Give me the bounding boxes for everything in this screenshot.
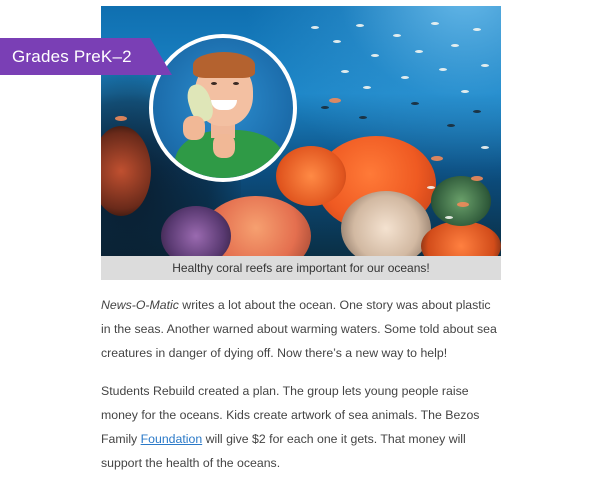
publication-name: News-O-Matic <box>101 298 179 312</box>
fish <box>401 76 409 79</box>
fish <box>473 28 481 31</box>
hand <box>213 134 235 158</box>
grade-level-badge: Grades PreK–2 <box>0 38 172 75</box>
article-paragraph: Students Rebuild created a plan. The gro… <box>101 379 501 475</box>
fish <box>341 70 349 73</box>
eye <box>211 82 217 85</box>
green-coral <box>431 176 491 226</box>
fish <box>329 98 341 103</box>
fish <box>431 22 439 25</box>
fish <box>439 68 447 71</box>
fish <box>371 54 379 57</box>
hair <box>193 52 255 78</box>
fish <box>451 44 459 47</box>
portrait-photo <box>149 34 297 182</box>
fish <box>457 202 469 207</box>
orange-coral <box>276 146 346 206</box>
fish <box>471 176 483 181</box>
fish <box>115 116 127 121</box>
fish <box>445 216 453 219</box>
fish <box>431 156 443 161</box>
article-paragraph: News-O-Matic writes a lot about the ocea… <box>101 293 501 365</box>
fish <box>427 186 435 189</box>
fish <box>411 102 419 105</box>
fish <box>481 64 489 67</box>
fish <box>447 124 455 127</box>
eye <box>233 82 239 85</box>
fish <box>356 24 364 27</box>
fish <box>473 110 481 113</box>
orange-coral <box>421 221 501 256</box>
article-body: News-O-Matic writes a lot about the ocea… <box>101 293 501 489</box>
fish <box>481 146 489 149</box>
fish <box>363 86 371 89</box>
fish <box>333 40 341 43</box>
fish <box>321 106 329 109</box>
fish <box>393 34 401 37</box>
soft-coral <box>341 191 431 256</box>
hand <box>183 116 205 140</box>
fish <box>311 26 319 29</box>
foundation-link[interactable]: Foundation <box>141 432 203 446</box>
image-caption: Healthy coral reefs are important for ou… <box>101 256 501 280</box>
fish <box>415 50 423 53</box>
fish <box>359 116 367 119</box>
fish <box>461 90 469 93</box>
